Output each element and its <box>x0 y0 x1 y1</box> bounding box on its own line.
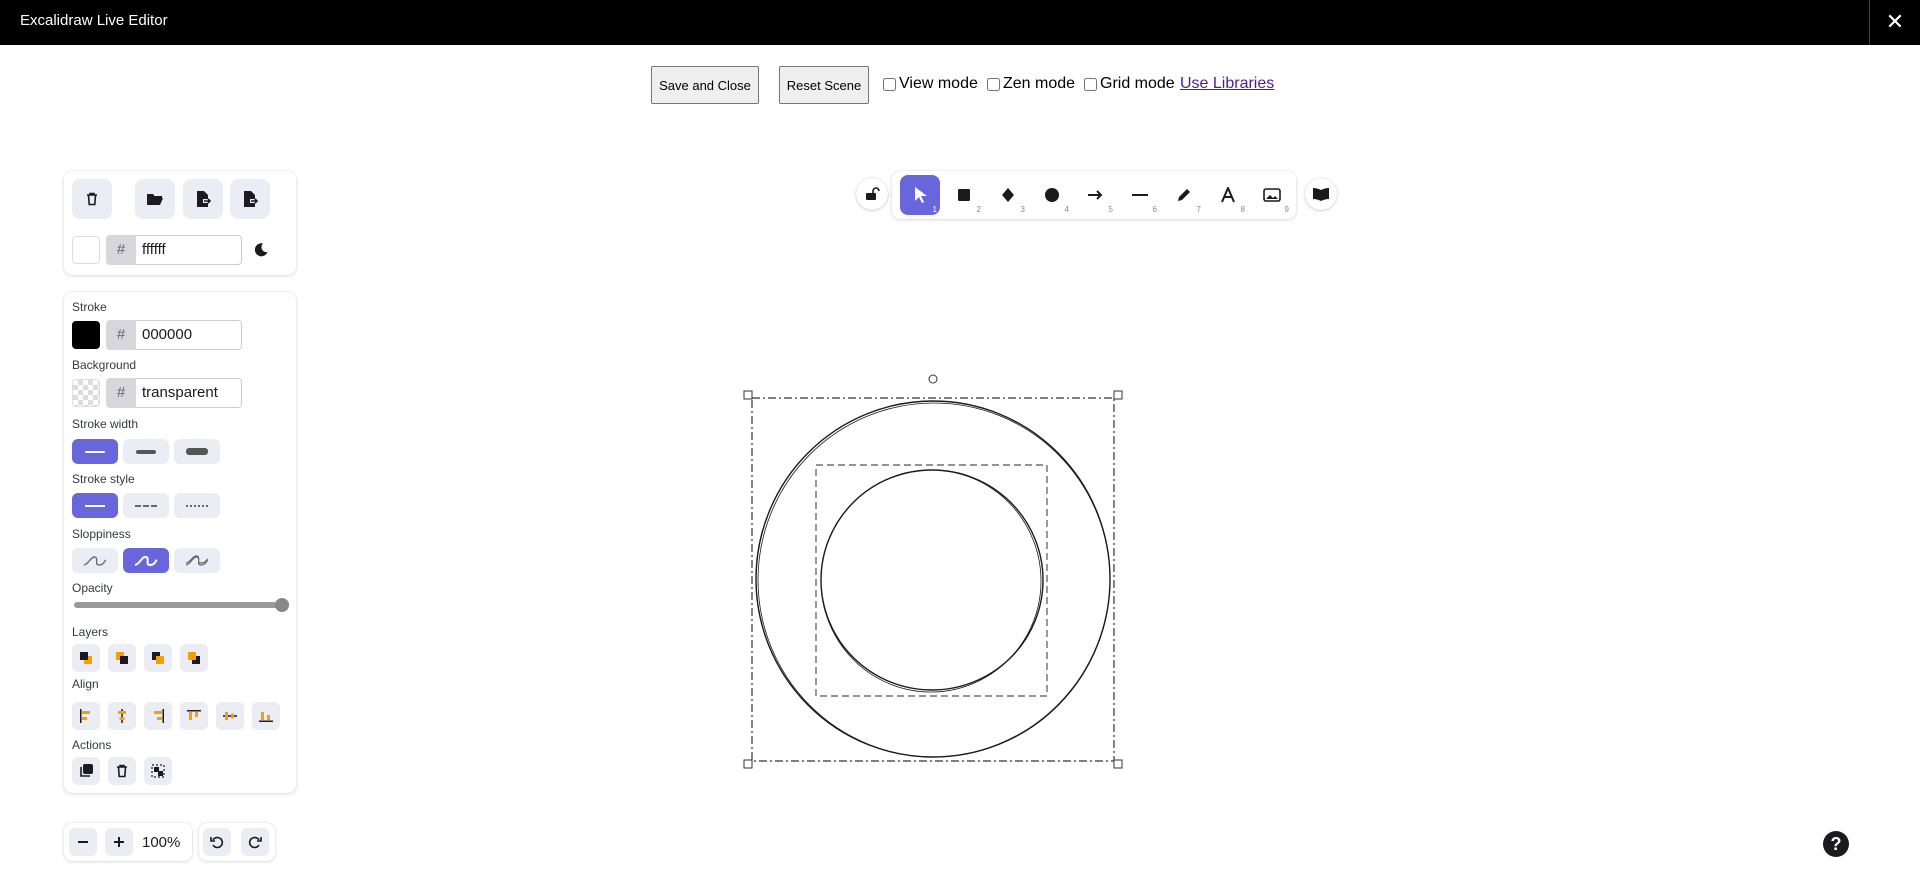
redo-button[interactable] <box>241 828 269 856</box>
inner-selection-frame <box>815 464 1048 697</box>
redo-icon <box>248 836 262 849</box>
rotation-handle[interactable] <box>928 374 938 384</box>
outer-circle[interactable] <box>755 400 1111 758</box>
selection-frame[interactable] <box>743 374 1123 769</box>
plus-icon <box>114 837 124 847</box>
zoom-out-button[interactable] <box>69 828 97 856</box>
outer-circle-stroke-2 <box>757 402 1111 758</box>
help-icon[interactable]: ? <box>1823 831 1849 857</box>
history-controls <box>199 823 275 861</box>
resize-handle-nw[interactable] <box>743 390 753 400</box>
resize-handle-ne[interactable] <box>1113 390 1123 400</box>
zoom-level[interactable]: 100% <box>142 834 180 851</box>
zoom-controls: 100% <box>64 823 192 861</box>
undo-button[interactable] <box>203 828 231 856</box>
zoom-in-button[interactable] <box>105 828 133 856</box>
resize-handle-sw[interactable] <box>743 759 753 769</box>
minus-icon <box>78 841 88 843</box>
resize-handle-se[interactable] <box>1113 759 1123 769</box>
undo-icon <box>210 836 224 849</box>
drawing-canvas[interactable] <box>0 0 1920 892</box>
